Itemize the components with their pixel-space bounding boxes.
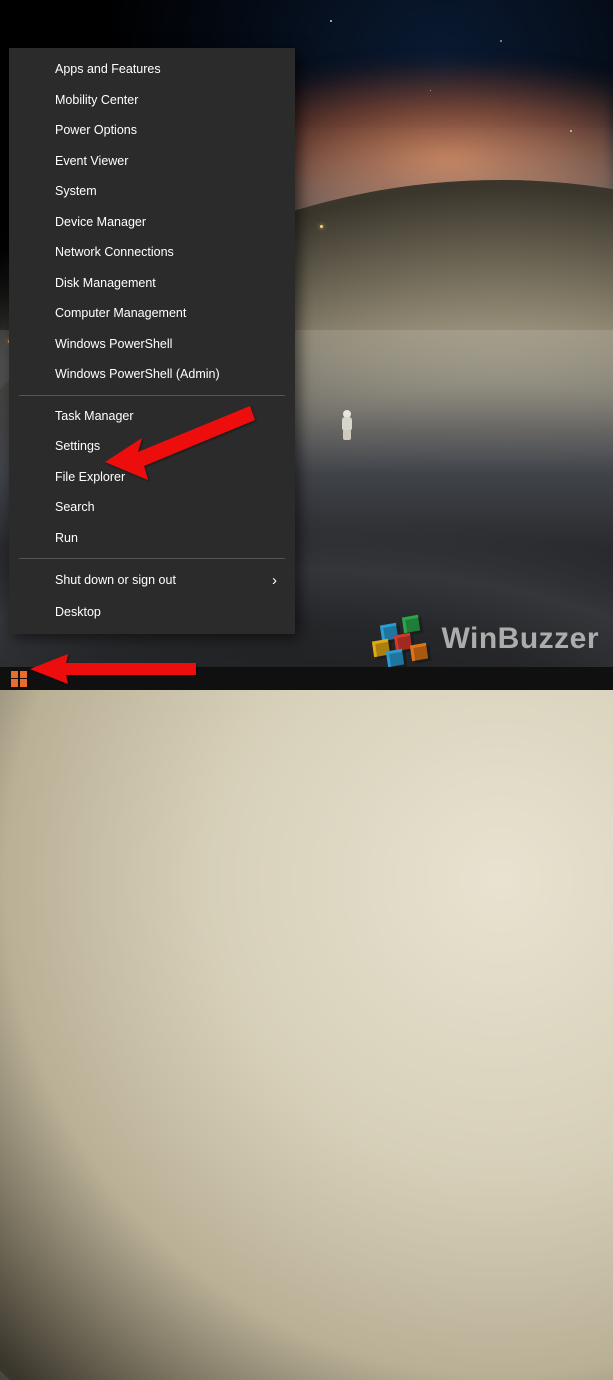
menu-separator bbox=[19, 395, 285, 396]
menu-item-event-viewer[interactable]: Event Viewer bbox=[9, 146, 295, 177]
menu-item-network-connections[interactable]: Network Connections bbox=[9, 237, 295, 268]
menu-item-windows-powershell-admin[interactable]: Windows PowerShell (Admin) bbox=[9, 359, 295, 390]
menu-item-shut-down-or-sign-out[interactable]: Shut down or sign out › bbox=[9, 564, 295, 597]
menu-item-disk-management[interactable]: Disk Management bbox=[9, 268, 295, 299]
menu-item-label: Task Manager bbox=[55, 410, 134, 423]
menu-item-computer-management[interactable]: Computer Management bbox=[9, 298, 295, 329]
start-button[interactable] bbox=[0, 667, 38, 690]
menu-item-windows-powershell[interactable]: Windows PowerShell bbox=[9, 329, 295, 360]
menu-item-run[interactable]: Run bbox=[9, 523, 295, 554]
winbuzzer-watermark: WinBuzzer bbox=[373, 616, 599, 662]
menu-item-power-options[interactable]: Power Options bbox=[9, 115, 295, 146]
chevron-right-icon: › bbox=[272, 573, 277, 588]
menu-item-label: Network Connections bbox=[55, 246, 174, 259]
menu-item-search[interactable]: Search bbox=[9, 492, 295, 523]
menu-item-label: Mobility Center bbox=[55, 94, 138, 107]
menu-item-label: Search bbox=[55, 501, 95, 514]
menu-item-label: Event Viewer bbox=[55, 155, 128, 168]
menu-item-file-explorer[interactable]: File Explorer bbox=[9, 462, 295, 493]
menu-item-label: Run bbox=[55, 532, 78, 545]
taskbar bbox=[0, 667, 613, 690]
menu-item-label: Windows PowerShell bbox=[55, 338, 172, 351]
menu-item-label: Disk Management bbox=[55, 277, 156, 290]
menu-item-label: Computer Management bbox=[55, 307, 186, 320]
menu-item-label: Windows PowerShell (Admin) bbox=[55, 368, 220, 381]
menu-item-task-manager[interactable]: Task Manager bbox=[9, 401, 295, 432]
menu-item-desktop[interactable]: Desktop bbox=[9, 597, 295, 628]
power-user-menu: Apps and Features Mobility Center Power … bbox=[9, 48, 295, 634]
menu-item-label: Shut down or sign out bbox=[55, 574, 176, 587]
menu-item-label: Device Manager bbox=[55, 216, 146, 229]
menu-item-device-manager[interactable]: Device Manager bbox=[9, 207, 295, 238]
menu-item-label: Desktop bbox=[55, 606, 101, 619]
menu-item-mobility-center[interactable]: Mobility Center bbox=[9, 85, 295, 116]
menu-item-label: Power Options bbox=[55, 124, 137, 137]
menu-item-label: File Explorer bbox=[55, 471, 125, 484]
menu-item-system[interactable]: System bbox=[9, 176, 295, 207]
menu-item-settings[interactable]: Settings bbox=[9, 431, 295, 462]
menu-item-apps-and-features[interactable]: Apps and Features bbox=[9, 54, 295, 85]
menu-item-label: System bbox=[55, 185, 97, 198]
winbuzzer-logo-icon bbox=[373, 616, 433, 662]
windows-logo-icon bbox=[11, 671, 27, 687]
watermark-text: WinBuzzer bbox=[441, 622, 599, 656]
astronaut-figure bbox=[340, 410, 354, 440]
menu-item-label: Settings bbox=[55, 440, 100, 453]
menu-item-label: Apps and Features bbox=[55, 63, 161, 76]
menu-separator bbox=[19, 558, 285, 559]
